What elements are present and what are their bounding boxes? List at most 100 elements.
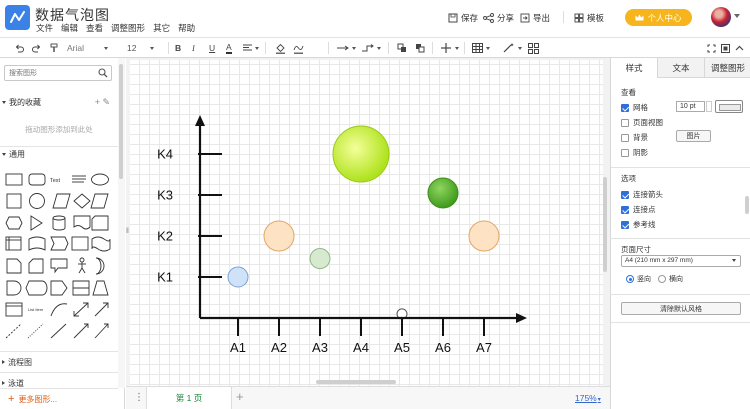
page-view-checkbox-box[interactable] [621, 118, 629, 127]
shape-step [50, 236, 69, 251]
font-family-select[interactable]: Arial [67, 42, 112, 54]
connector-style-button[interactable] [362, 42, 381, 54]
connection-points-checkbox[interactable]: 连接点 [621, 204, 656, 215]
vip-center-button[interactable]: 个人中心 [625, 9, 692, 26]
general-shapes-grid[interactable]: Text List Item [4, 169, 116, 345]
shape-cylinder [52, 215, 66, 231]
bubble-a7[interactable] [468, 220, 500, 252]
background-image-button[interactable]: 图片 [676, 130, 711, 142]
background-checkbox[interactable]: 背景 [621, 132, 648, 143]
style-button[interactable] [503, 42, 522, 54]
font-color-button[interactable]: A [226, 42, 232, 54]
table-button[interactable] [472, 42, 490, 54]
connection-points-checkbox-box[interactable] [621, 205, 629, 214]
shape-search-box[interactable] [4, 65, 112, 81]
right-panel-scroll-thumb[interactable] [745, 196, 749, 214]
section-general[interactable]: 通用 [0, 147, 118, 161]
canvas-page[interactable]: A1 A2 A3 A4 A5 A6 A7 K1 K2 K3 K4 [130, 60, 603, 386]
page-menu-icon[interactable]: ⋮ [134, 392, 144, 403]
bubble-a4[interactable] [332, 125, 390, 183]
y-axis-arrowhead[interactable] [195, 115, 205, 126]
menu-arrange[interactable]: 调整图形 [111, 22, 145, 34]
bubble-a2[interactable] [263, 220, 295, 252]
layout-button[interactable] [528, 42, 539, 54]
table-icon [472, 43, 483, 53]
send-back-button[interactable] [415, 42, 426, 54]
menu-view[interactable]: 查看 [86, 22, 103, 34]
align-button[interactable] [243, 42, 259, 54]
bubble-a3[interactable] [309, 248, 331, 270]
grid-color-picker[interactable] [715, 100, 743, 113]
bring-front-button[interactable] [397, 42, 408, 54]
grid-size-input[interactable]: 10 pt [676, 101, 705, 112]
page-tab-1[interactable]: 第 1 页 [146, 387, 232, 409]
bubble-a1[interactable] [227, 266, 249, 288]
redo-button[interactable] [32, 42, 42, 54]
tab-arrange[interactable]: 调整图形 [704, 58, 750, 78]
italic-button[interactable]: I [192, 42, 195, 54]
reset-default-style-button[interactable]: 清除默认风格 [621, 302, 741, 315]
share-button[interactable]: 分享 [483, 12, 514, 24]
connection-arrows-checkbox[interactable]: 连接箭头 [621, 189, 663, 200]
menu-edit[interactable]: 编辑 [61, 22, 78, 34]
grid-checkbox[interactable]: 网格 [621, 102, 648, 113]
bubble-a6[interactable] [427, 177, 459, 209]
template-button[interactable]: 模板 [574, 12, 604, 24]
grid-checkbox-box[interactable] [621, 103, 629, 112]
shadow-checkbox[interactable]: 阴影 [621, 147, 648, 158]
arrow-line-icon [337, 45, 349, 51]
page-view-checkbox[interactable]: 页面视图 [621, 117, 663, 128]
x-tick-label-a6: A6 [435, 340, 451, 355]
format-painter-button[interactable] [50, 42, 58, 54]
menu-other[interactable]: 其它 [153, 22, 170, 34]
line-color-button[interactable] [293, 42, 304, 54]
section-favorites[interactable]: 我的收藏 + ✎ [0, 95, 118, 109]
insert-button[interactable] [440, 42, 459, 54]
tab-style[interactable]: 样式 [611, 58, 657, 78]
left-panel-scroll-thumb[interactable] [119, 64, 123, 179]
background-checkbox-box[interactable] [621, 133, 629, 142]
menu-help[interactable]: 帮助 [178, 22, 195, 34]
add-page-icon[interactable]: + [236, 389, 244, 404]
fit-page-button[interactable] [707, 42, 716, 54]
fill-color-button[interactable] [275, 42, 286, 54]
canvas-vertical-scroll-thumb[interactable] [603, 177, 607, 272]
shape-list-text: List Item [28, 307, 44, 312]
paper-size-select[interactable]: A4 (210 mm x 297 mm) [621, 255, 741, 267]
landscape-radio-dot[interactable] [658, 275, 666, 283]
menu-file[interactable]: 文件 [36, 22, 53, 34]
fullscreen-button[interactable] [721, 42, 730, 54]
section-flowchart[interactable]: 流程图 [0, 355, 118, 369]
landscape-radio[interactable]: 横向 [658, 274, 683, 284]
canvas-area[interactable]: A1 A2 A3 A4 A5 A6 A7 K1 K2 K3 K4 [126, 58, 610, 386]
underline-button[interactable]: U [209, 42, 215, 54]
favorites-edit-icons[interactable]: + ✎ [95, 97, 110, 108]
tab-text[interactable]: 文本 [657, 58, 704, 78]
user-avatar[interactable] [711, 7, 731, 27]
shape-display [25, 280, 48, 296]
guides-checkbox[interactable]: 参考线 [621, 219, 656, 230]
x-axis-arrowhead[interactable] [516, 313, 527, 323]
canvas-horizontal-scroll-thumb[interactable] [316, 380, 396, 384]
zoom-level[interactable]: 175%▾ [575, 393, 601, 403]
export-button[interactable]: 导出 [520, 12, 550, 24]
portrait-radio-dot[interactable] [626, 275, 634, 283]
font-size-select[interactable]: 12 [127, 42, 162, 54]
undo-button[interactable] [14, 42, 24, 54]
more-shapes-button[interactable]: + 更多图形... [0, 388, 118, 409]
panel-collapse-handle[interactable]: ‖ [126, 228, 129, 235]
avatar-dropdown-icon[interactable] [734, 14, 740, 18]
bubble-chart[interactable]: A1 A2 A3 A4 A5 A6 A7 K1 K2 K3 K4 [130, 60, 603, 386]
expand-icon [707, 44, 716, 52]
portrait-radio[interactable]: 竖向 [626, 274, 651, 284]
line-style-button[interactable] [337, 42, 356, 54]
collapse-toolbar-button[interactable] [735, 42, 744, 54]
grid-size-spinner[interactable] [706, 101, 712, 112]
save-button[interactable]: 保存 [448, 12, 478, 24]
shape-search-input[interactable] [9, 69, 94, 78]
connection-arrows-checkbox-box[interactable] [621, 190, 629, 199]
bold-button[interactable]: B [175, 42, 181, 54]
search-icon[interactable] [98, 68, 108, 78]
shadow-checkbox-box[interactable] [621, 148, 629, 157]
guides-checkbox-box[interactable] [621, 220, 629, 229]
